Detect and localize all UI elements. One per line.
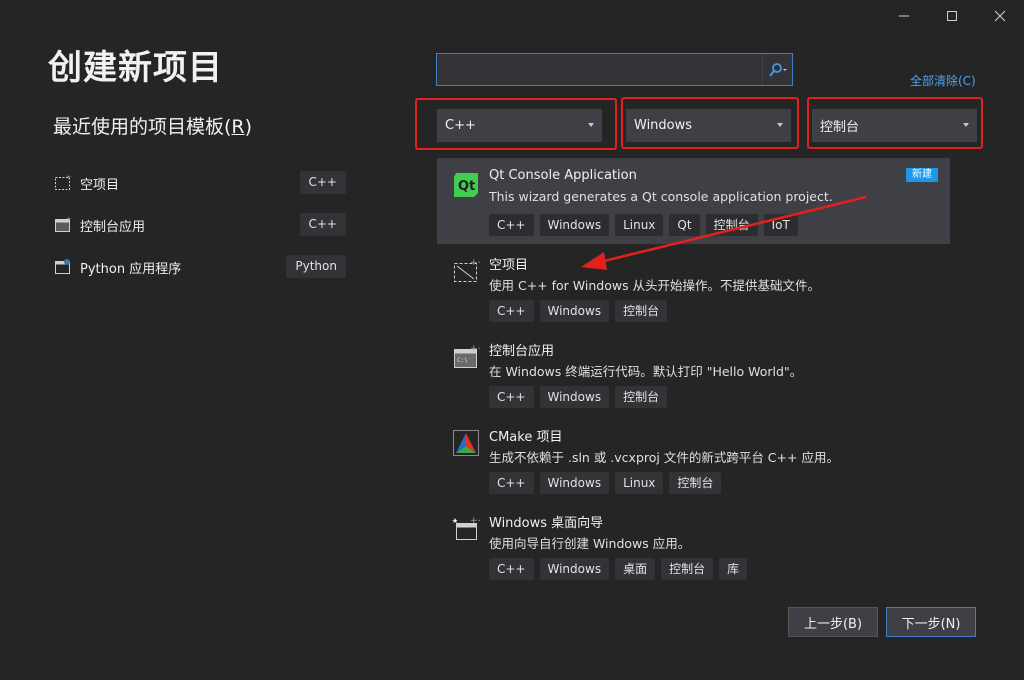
qt-icon: Qt [454, 173, 478, 197]
svg-text:++: ++ [66, 174, 72, 181]
template-name: CMake 项目 [489, 430, 563, 445]
template-description: 生成不依赖于 .sln 或 .vcxproj 文件的新式跨平台 C++ 应用。 [489, 450, 839, 465]
console-app-icon: C:\ ++ [454, 344, 480, 368]
recent-hotkey: R [231, 116, 245, 138]
maximize-button[interactable] [928, 4, 976, 28]
template-name: 控制台应用 [489, 344, 555, 359]
recent-item-label: 空项目 [80, 177, 120, 193]
template-tags: C++ Windows 控制台 [489, 386, 668, 408]
tag: C++ [489, 472, 534, 494]
recent-item-empty-project[interactable]: ++ 空项目 C++ [54, 162, 346, 204]
new-badge: 新建 [906, 168, 938, 182]
search-input[interactable] [437, 54, 762, 85]
tag: C++ [489, 300, 534, 322]
window-controls [880, 4, 1024, 28]
template-description: 使用 C++ for Windows 从头开始操作。不提供基础文件。 [489, 278, 821, 293]
tag: C++ [489, 558, 534, 580]
template-name: Windows 桌面向导 [489, 516, 604, 531]
recent-item-python-app[interactable]: Python 应用程序 Python [54, 246, 346, 288]
recent-item-label: Python 应用程序 [80, 261, 182, 277]
cmake-icon [453, 430, 479, 456]
search-button[interactable] [762, 54, 792, 85]
tag: C++ [489, 214, 534, 236]
tag: Linux [615, 214, 664, 236]
close-button[interactable] [976, 4, 1024, 28]
svg-text:++: ++ [470, 258, 480, 268]
recent-templates-title: 最近使用的项目模板(R) [53, 116, 253, 138]
recent-templates-list: ++ 空项目 C++ ++ 控制台应用 C++ Python 应用程序 Pyth… [54, 162, 346, 288]
template-description: 使用向导自行创建 Windows 应用。 [489, 536, 691, 551]
tag: 控制台 [615, 300, 668, 322]
template-windows-desktop-wizard[interactable]: ++ Windows 桌面向导 使用向导自行创建 Windows 应用。 C++… [437, 502, 950, 588]
tag: 桌面 [615, 558, 656, 580]
tag: Windows [539, 214, 610, 236]
empty-project-icon: ++ [454, 258, 480, 282]
svg-text:++: ++ [470, 344, 480, 354]
svg-text:C:\: C:\ [457, 357, 468, 364]
minimize-icon [899, 15, 909, 17]
project-type-filter-value: 控制台 [820, 120, 860, 135]
page-title: 创建新项目 [48, 48, 223, 88]
language-filter-value: C++ [445, 118, 476, 133]
project-type-filter[interactable]: 控制台 [812, 109, 977, 142]
tag: 库 [719, 558, 748, 580]
clear-all-link[interactable]: 全部清除(C) [910, 72, 976, 89]
template-tags: C++ Windows Linux 控制台 [489, 472, 722, 494]
template-console-app[interactable]: C:\ ++ 控制台应用 在 Windows 终端运行代码。默认打印 "Hell… [437, 330, 950, 416]
tag: 控制台 [669, 472, 722, 494]
template-qt-console[interactable]: Qt Qt Console Application This wizard ge… [437, 158, 950, 244]
template-description: 在 Windows 终端运行代码。默认打印 "Hello World"。 [489, 364, 803, 379]
close-icon [994, 10, 1006, 22]
recent-item-tag: Python [286, 255, 346, 278]
template-list: Qt Qt Console Application This wizard ge… [437, 158, 950, 588]
tag: 控制台 [615, 386, 668, 408]
desktop-wizard-icon: ++ [452, 516, 480, 540]
recent-item-tag: C++ [299, 213, 346, 236]
tag: Linux [615, 472, 664, 494]
tag: IoT [763, 214, 798, 236]
recent-item-console-app[interactable]: ++ 控制台应用 C++ [54, 204, 346, 246]
python-app-icon [55, 259, 70, 274]
search-icon [768, 62, 787, 77]
svg-text:++: ++ [470, 516, 480, 526]
template-tags: C++ Windows Linux Qt 控制台 IoT [489, 214, 798, 236]
template-tags: C++ Windows 桌面 控制台 库 [489, 558, 748, 580]
tag: Windows [539, 472, 610, 494]
template-name: 空项目 [489, 258, 529, 273]
chevron-down-icon [777, 123, 783, 127]
tag: C++ [489, 386, 534, 408]
template-cmake-project[interactable]: CMake 项目 生成不依赖于 .sln 或 .vcxproj 文件的新式跨平台… [437, 416, 950, 502]
tag: Windows [539, 386, 610, 408]
console-app-icon: ++ [55, 216, 72, 232]
maximize-icon [947, 11, 957, 21]
tag: Windows [539, 300, 610, 322]
svg-text:++: ++ [66, 216, 72, 223]
recent-item-tag: C++ [299, 171, 346, 194]
template-tags: C++ Windows 控制台 [489, 300, 668, 322]
recent-item-label: 控制台应用 [80, 219, 146, 235]
platform-filter-value: Windows [634, 118, 693, 133]
empty-project-icon: ++ [55, 174, 72, 190]
template-empty-project[interactable]: ++ 空项目 使用 C++ for Windows 从头开始操作。不提供基础文件… [437, 244, 950, 330]
minimize-button[interactable] [880, 4, 928, 28]
platform-filter[interactable]: Windows [626, 109, 791, 142]
language-filter[interactable]: C++ [437, 109, 602, 142]
tag: Qt [669, 214, 700, 236]
chevron-down-icon [963, 123, 969, 127]
next-button[interactable]: 下一步(N) [886, 607, 976, 637]
tag: 控制台 [705, 214, 758, 236]
template-name: Qt Console Application [489, 168, 637, 183]
svg-text:Qt: Qt [458, 179, 475, 194]
chevron-down-icon [588, 123, 594, 127]
template-search [436, 53, 793, 86]
back-button[interactable]: 上一步(B) [788, 607, 878, 637]
tag: 控制台 [661, 558, 714, 580]
tag: Windows [539, 558, 610, 580]
template-description: This wizard generates a Qt console appli… [489, 189, 833, 204]
